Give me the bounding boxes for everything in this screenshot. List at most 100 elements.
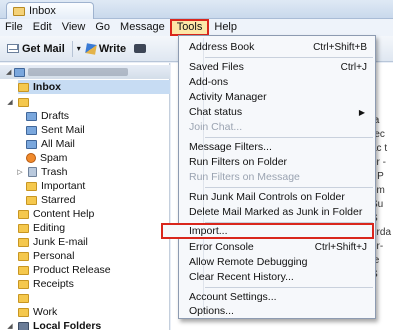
menu-item-clear-history[interactable]: Clear Recent History... <box>187 269 373 285</box>
folder-icon <box>26 195 37 205</box>
all-mail-folder-icon <box>26 139 37 149</box>
menu-item-label: Chat status <box>189 106 243 118</box>
menu-bar: File Edit View Go Message Tools Help <box>0 19 393 36</box>
menu-edit[interactable]: Edit <box>28 19 57 36</box>
collapse-triangle-icon[interactable]: ◢ <box>6 322 14 330</box>
folder-trash[interactable]: ▷ Trash <box>16 165 67 179</box>
folder-sent-mail[interactable]: Sent Mail <box>26 123 85 137</box>
write-button[interactable]: Write <box>83 39 129 59</box>
folder-inbox[interactable]: Inbox <box>18 80 170 94</box>
tools-menu: Address Book Ctrl+Shift+B Saved Files Ct… <box>161 35 376 319</box>
menu-item-address-book[interactable]: Address Book Ctrl+Shift+B <box>187 39 373 55</box>
write-label: Write <box>98 42 127 55</box>
menu-item-label: Import... <box>189 225 228 237</box>
folder-icon <box>18 293 29 303</box>
get-mail-button[interactable]: Get Mail <box>4 39 68 59</box>
account-header[interactable]: ◢ <box>0 65 170 79</box>
expand-triangle-icon[interactable]: ▷ <box>16 168 24 176</box>
folder-label: Junk E-mail <box>33 236 88 248</box>
chat-icon <box>134 44 147 53</box>
folder-icon <box>18 279 29 289</box>
collapse-triangle-icon[interactable]: ◢ <box>6 98 14 106</box>
folder-icon <box>18 223 29 233</box>
menu-item-label: Options... <box>189 305 234 317</box>
collapse-triangle-icon[interactable]: ◢ <box>6 68 11 76</box>
folder-unnamed[interactable] <box>18 291 29 305</box>
folder-icon <box>18 251 29 261</box>
folder-label: Important <box>41 180 86 192</box>
get-mail-icon <box>7 44 19 53</box>
menu-item-label: Saved Files <box>189 61 244 73</box>
menu-item-label: Error Console <box>189 241 254 253</box>
menu-item-label: Message Filters... <box>189 141 272 153</box>
menu-message[interactable]: Message <box>115 19 170 36</box>
folder-junk-email[interactable]: Junk E-mail <box>18 235 88 249</box>
folder-product-release[interactable]: Product Release <box>18 263 111 277</box>
account-mail-icon <box>14 67 26 77</box>
menu-separator <box>205 187 373 188</box>
menu-item-import[interactable]: Import... <box>161 223 374 239</box>
menu-item-error-console[interactable]: Error Console Ctrl+Shift+J <box>187 239 373 255</box>
menu-item-label: Activity Manager <box>189 91 267 103</box>
folder-unnamed-group[interactable]: ◢ <box>6 95 29 109</box>
inbox-icon <box>18 82 29 92</box>
submenu-arrow-icon: ▶ <box>358 107 365 117</box>
folder-content-help[interactable]: Content Help <box>18 207 94 221</box>
tab-inbox[interactable]: Inbox <box>6 2 94 19</box>
folder-work[interactable]: Work <box>18 305 57 319</box>
local-folders-icon <box>18 321 29 330</box>
menu-item-label: Allow Remote Debugging <box>189 256 308 268</box>
menu-item-label: Run Junk Mail Controls on Folder <box>189 191 345 203</box>
folder-label: Receipts <box>33 278 74 290</box>
menu-go[interactable]: Go <box>90 19 115 36</box>
menu-item-options[interactable]: Options... <box>187 303 373 319</box>
spam-folder-icon <box>26 153 36 163</box>
folder-label: Drafts <box>41 110 70 122</box>
folder-icon <box>18 307 29 317</box>
menu-item-delete-junk[interactable]: Delete Mail Marked as Junk in Folder <box>187 204 373 220</box>
account-email-redacted <box>28 68 129 76</box>
menu-help[interactable]: Help <box>209 19 242 36</box>
menu-item-label: Address Book <box>189 41 255 53</box>
folder-drafts[interactable]: Drafts <box>26 109 69 123</box>
menu-item-label: Join Chat... <box>189 121 243 133</box>
menu-tools[interactable]: Tools <box>169 19 210 36</box>
folder-icon <box>18 97 29 107</box>
menu-item-remote-debugging[interactable]: Allow Remote Debugging <box>187 254 373 270</box>
chat-button[interactable] <box>131 39 149 59</box>
get-mail-dropdown-icon[interactable]: ▾ <box>77 44 81 53</box>
menu-item-activity-manager[interactable]: Activity Manager <box>187 89 373 105</box>
tab-label: Inbox <box>29 5 56 17</box>
menu-file[interactable]: File <box>0 19 28 36</box>
folder-important[interactable]: Important <box>26 179 85 193</box>
folder-receipts[interactable]: Receipts <box>18 277 74 291</box>
folder-all-mail[interactable]: All Mail <box>26 137 75 151</box>
menu-item-message-filters[interactable]: Message Filters... <box>187 139 373 155</box>
menu-item-join-chat: Join Chat... <box>187 119 373 135</box>
folder-label: Inbox <box>33 81 61 93</box>
folder-icon <box>18 265 29 275</box>
menu-item-shortcut: Ctrl+Shift+J <box>314 241 367 253</box>
menu-item-saved-files[interactable]: Saved Files Ctrl+J <box>187 59 373 75</box>
folder-label: Personal <box>33 250 75 262</box>
folder-icon <box>18 209 29 219</box>
menu-item-chat-status[interactable]: Chat status ▶ <box>187 104 373 120</box>
folder-label: All Mail <box>41 138 75 150</box>
folder-starred[interactable]: Starred <box>26 193 75 207</box>
menu-view[interactable]: View <box>57 19 91 36</box>
folder-personal[interactable]: Personal <box>18 249 74 263</box>
menu-separator <box>205 287 373 288</box>
folder-local-folders[interactable]: ◢ Local Folders <box>6 319 101 330</box>
menu-separator <box>205 57 373 58</box>
folder-editing[interactable]: Editing <box>18 221 65 235</box>
menu-item-run-filters-folder[interactable]: Run Filters on Folder <box>187 154 373 170</box>
folder-label: Product Release <box>33 264 111 276</box>
toolbar-separator <box>71 40 73 57</box>
menu-item-run-junk-controls[interactable]: Run Junk Mail Controls on Folder <box>187 189 373 205</box>
sent-folder-icon <box>26 125 37 135</box>
folder-icon <box>18 237 29 247</box>
menu-separator <box>205 137 373 138</box>
folder-spam[interactable]: Spam <box>26 151 67 165</box>
menu-item-add-ons[interactable]: Add-ons <box>187 74 373 90</box>
folder-pane: ◢ Inbox ◢ Drafts Sent Mail All Mail Spam… <box>0 63 170 330</box>
